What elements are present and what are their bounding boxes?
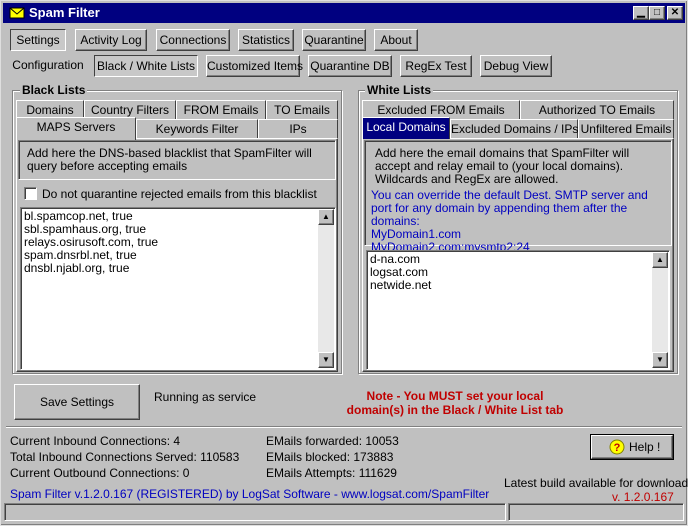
- black-info-text: Add here the DNS-based blacklist that Sp…: [27, 146, 312, 173]
- service-status: Running as service: [154, 390, 257, 404]
- local-domains-list[interactable]: d-na.com logsat.com netwide.net: [366, 250, 670, 370]
- tab-about[interactable]: About: [374, 29, 418, 51]
- black-lists-heading: Black Lists: [20, 83, 88, 97]
- note-line-2: domain(s) in the Black / White List tab: [346, 403, 564, 417]
- title-bar[interactable]: Spam Filter ▁ □ ✕: [3, 3, 685, 23]
- total-inbound-connections: Total Inbound Connections Served: 110583: [10, 450, 240, 464]
- help-icon: ?: [609, 439, 625, 455]
- help-label: Help !: [629, 440, 661, 454]
- scroll-down-icon[interactable]: ▼: [652, 352, 668, 368]
- minimize-button[interactable]: ▁: [633, 6, 649, 20]
- envelope-icon: [9, 6, 25, 20]
- emails-forwarded: EMails forwarded: 10053: [266, 434, 399, 448]
- status-bar-left: [4, 503, 506, 521]
- white-info-box: Add here the email domains that SpamFilt…: [364, 140, 672, 254]
- black-tab-keywords-filter[interactable]: Keywords Filter: [136, 119, 258, 139]
- white-tab-local-domains[interactable]: Local Domains: [362, 117, 450, 139]
- tab-settings[interactable]: Settings: [10, 29, 66, 51]
- maps-servers-list[interactable]: bl.spamcop.net, true sbl.spamhaus.org, t…: [20, 207, 336, 370]
- white-lists-heading: White Lists: [365, 83, 434, 97]
- local-domain-note: Note - You MUST set your local domain(s)…: [290, 389, 620, 417]
- subtab-quarantine-db[interactable]: Quarantine DB: [308, 55, 392, 77]
- black-list-scrollbar[interactable]: [318, 209, 334, 368]
- minimize-icon: ▁: [637, 7, 645, 18]
- current-inbound-connections: Current Inbound Connections: 4: [10, 434, 181, 448]
- tab-statistics[interactable]: Statistics: [238, 29, 294, 51]
- current-outbound-connections: Current Outbound Connections: 0: [10, 466, 190, 480]
- note-line-1: Note - You MUST set your local: [366, 389, 544, 403]
- tab-quarantine[interactable]: Quarantine: [302, 29, 366, 51]
- close-button[interactable]: ✕: [667, 6, 683, 20]
- white-override-text: You can override the default Dest. SMTP …: [371, 188, 648, 228]
- white-info-text: Add here the email domains that SpamFilt…: [375, 146, 630, 186]
- scroll-up-icon[interactable]: ▲: [652, 252, 668, 268]
- subtab-debug-view[interactable]: Debug View: [480, 55, 552, 77]
- subtab-black-white-lists[interactable]: Black / White Lists: [94, 55, 198, 77]
- black-tab-ips[interactable]: IPs: [258, 119, 338, 139]
- latest-version[interactable]: v. 1.2.0.167: [612, 490, 674, 504]
- no-quarantine-checkbox[interactable]: [24, 187, 37, 200]
- subtab-regex-test[interactable]: RegEx Test: [400, 55, 472, 77]
- scroll-up-icon[interactable]: ▲: [318, 209, 334, 225]
- separator: [6, 426, 682, 428]
- svg-text:?: ?: [614, 442, 621, 454]
- help-button[interactable]: ? Help !: [590, 434, 674, 460]
- maximize-icon: □: [653, 7, 661, 18]
- white-tab-excluded-domains-ips[interactable]: Excluded Domains / IPs: [450, 119, 578, 139]
- white-list-scrollbar[interactable]: [652, 252, 668, 368]
- emails-blocked: EMails blocked: 173883: [266, 450, 394, 464]
- subtab-configuration[interactable]: Configuration: [10, 55, 86, 77]
- window-title: Spam Filter: [29, 5, 100, 20]
- subtab-customized-items[interactable]: Customized Items: [206, 55, 303, 77]
- black-tab-maps-servers[interactable]: MAPS Servers: [16, 117, 136, 140]
- status-bar-right: [508, 503, 684, 521]
- black-info-box: Add here the DNS-based blacklist that Sp…: [18, 140, 336, 180]
- white-tab-unfiltered-emails[interactable]: Unfiltered Emails: [578, 119, 674, 139]
- list-item[interactable]: netwide.net: [370, 279, 666, 292]
- tab-connections[interactable]: Connections: [156, 29, 230, 51]
- list-item[interactable]: dnsbl.njabl.org, true: [24, 262, 332, 275]
- latest-build-label: Latest build available for download:: [504, 476, 688, 490]
- emails-attempts: EMails Attempts: 111629: [266, 466, 397, 480]
- tab-activity-log[interactable]: Activity Log: [75, 29, 147, 51]
- close-icon: ✕: [670, 7, 680, 18]
- save-settings-button[interactable]: Save Settings: [14, 384, 140, 420]
- scroll-down-icon[interactable]: ▼: [318, 352, 334, 368]
- maximize-button[interactable]: □: [649, 6, 665, 20]
- version-line[interactable]: Spam Filter v.1.2.0.167 (REGISTERED) by …: [10, 487, 489, 501]
- no-quarantine-label: Do not quarantine rejected emails from t…: [42, 187, 317, 201]
